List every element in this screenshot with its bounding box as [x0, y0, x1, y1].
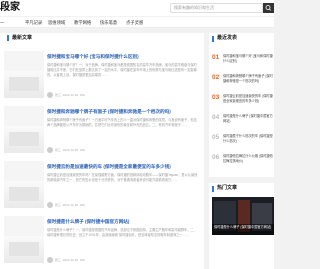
- rank-number: 01: [212, 54, 220, 61]
- site-logo[interactable]: 段家: [0, 0, 20, 16]
- recent-panel: 最近发表 01 保时捷和宝马哪个好 (宝马和保时捷什么区别) 02 保时捷和奔驰…: [209, 33, 274, 177]
- article-card[interactable]: 保时捷是什么牌子 (保时捷中国官方网站) 保时捷是什么牌子？一、保时捷是德国的汽…: [4, 216, 202, 268]
- article-card[interactable]: 保时捷云豹是加速最快的车 (保时捷是全家最便宜的车多少钱) 保时捷云豹是加速最快…: [4, 161, 202, 213]
- article-excerpt: 保时捷和奔驰哪个牌子有面子？一方面平时汽车的上的人一直对保时捷和奔驰的感觉，与其…: [47, 118, 197, 127]
- nav-item-dianzi[interactable]: 点子灵感: [126, 17, 143, 28]
- nav-home[interactable]: 一: [0, 17, 4, 28]
- publish-date: 2022-12-26: [62, 203, 79, 207]
- view-count: 339: [79, 93, 85, 97]
- recent-item[interactable]: 01 保时捷和宝马哪个好 (宝马和保时捷什么区别): [212, 53, 274, 68]
- avatar: [47, 147, 53, 154]
- author-name: 张三: [55, 203, 62, 207]
- section-title: 最新文章: [6, 35, 33, 41]
- article-card[interactable]: 保时捷和奔驰哪个牌子有面子 (保时捷和奔驰是一个档次的吗) 保时捷和奔驰哪个牌子…: [4, 106, 202, 158]
- publish-date: 2022-12-26: [62, 93, 79, 97]
- publish-date: 2022-12-26: [62, 258, 79, 262]
- article-title[interactable]: 保时捷和宝马哪个好 (宝马和保时捷什么区别): [47, 53, 139, 60]
- recent-link[interactable]: 保时捷属于什么档次的车 (保时捷是什么档次): [223, 134, 274, 147]
- sidebar: 最近发表 01 保时捷和宝马哪个好 (宝马和保时捷什么区别) 02 保时捷和奔驰…: [209, 33, 274, 269]
- hot-panel: 热门文章 保时捷是什么牌子 (保时捷中国官方网站): [209, 183, 274, 269]
- avatar: [47, 92, 53, 99]
- article-meta: 张三 2022-12-26 339: [47, 201, 85, 209]
- article-thumbnail[interactable]: [4, 216, 44, 263]
- article-meta: 张三 2022-12-26 339: [47, 256, 85, 264]
- recent-item[interactable]: 06 保时捷帕拉梅拉什么价格 (保时捷帕拉梅拉落地价): [212, 153, 274, 168]
- search-icon: [265, 5, 272, 11]
- site-header: 段家 搜索有趣的知识和生活: [0, 0, 274, 16]
- nav-item-siwei[interactable]: 思维领域: [48, 17, 65, 28]
- recent-link[interactable]: 保时捷和奔驰哪个牌子有面子 (保时捷和奔驰是一个档次的吗): [223, 74, 274, 87]
- view-count: 339: [79, 148, 85, 152]
- view-count: 339: [79, 258, 85, 262]
- article-card[interactable]: 保时捷和宝马哪个好 (宝马和保时捷什么区别) 保时捷和宝马哪个好？一、对于品牌，…: [4, 51, 202, 103]
- article-meta: 张三 2022-12-26 339: [47, 91, 85, 99]
- main-nav: 一 平凡记录 思维领域 教学网络 快乐笔意 点子灵感: [0, 17, 274, 28]
- search-input[interactable]: 搜索有趣的知识和生活: [170, 3, 263, 13]
- article-title[interactable]: 保时捷云豹是加速最快的车 (保时捷是全家最便宜的车多少钱): [47, 163, 171, 170]
- rank-number: 02: [212, 74, 220, 81]
- recent-link[interactable]: 保时捷是什么牌子 (保时捷中国官方网站): [223, 114, 274, 127]
- nav-item-jiaoxue[interactable]: 教学网络: [74, 17, 91, 28]
- hot-article-caption[interactable]: 保时捷是什么牌子 (保时捷中国官方网站): [212, 224, 274, 235]
- recent-link[interactable]: 保时捷云豹是加速最快的车 (保时捷是全家最便宜的车多少钱): [223, 94, 274, 107]
- rank-number: 03: [212, 94, 220, 101]
- nav-item-pingfan[interactable]: 平凡记录: [25, 17, 42, 28]
- view-count: 339: [79, 203, 85, 207]
- author-name: 张三: [55, 148, 62, 152]
- rank-number: 05: [212, 134, 220, 141]
- article-list: 最新文章 保时捷和宝马哪个好 (宝马和保时捷什么区别) 保时捷和宝马哪个好？一、…: [0, 33, 204, 269]
- recent-title: 最近发表: [211, 33, 237, 44]
- hot-title: 热门文章: [211, 183, 237, 194]
- article-title[interactable]: 保时捷是什么牌子 (保时捷中国官方网站): [47, 218, 129, 225]
- recent-link[interactable]: 保时捷帕拉梅拉什么价格 (保时捷帕拉梅拉落地价): [223, 154, 274, 167]
- article-title[interactable]: 保时捷和奔驰哪个牌子有面子 (保时捷和奔驰是一个档次的吗): [47, 108, 171, 115]
- recent-link[interactable]: 保时捷和宝马哪个好 (宝马和保时捷什么区别): [223, 54, 274, 67]
- article-thumbnail[interactable]: [4, 161, 44, 208]
- avatar: [47, 257, 53, 264]
- recent-item[interactable]: 04 保时捷是什么牌子 (保时捷中国官方网站): [212, 113, 274, 128]
- search-button[interactable]: [263, 3, 274, 13]
- recent-item[interactable]: 03 保时捷云豹是加速最快的车 (保时捷是全家最便宜的车多少钱): [212, 93, 274, 108]
- article-excerpt: 保时捷和宝马哪个好？一、对于品牌，保时捷和宝马都是德国知名的豪华汽车品牌，宝马的…: [47, 63, 197, 77]
- recent-item[interactable]: 02 保时捷和奔驰哪个牌子有面子 (保时捷和奔驰是一个档次的吗): [212, 73, 274, 88]
- article-meta: 张三 2022-12-26 339: [47, 146, 85, 154]
- article-excerpt: 保时捷云豹是加速最快的车吗？在最强越野方面，保时捷的首款纯电动跑车——保时捷Ta…: [47, 173, 198, 182]
- nav-item-kuaile[interactable]: 快乐笔意: [100, 17, 117, 28]
- avatar: [47, 202, 53, 209]
- rank-number: 06: [212, 154, 220, 161]
- recent-item[interactable]: 05 保时捷属于什么档次的车 (保时捷是什么档次): [212, 133, 274, 148]
- author-name: 张三: [55, 258, 62, 262]
- article-thumbnail[interactable]: [4, 106, 44, 153]
- rank-number: 04: [212, 114, 220, 121]
- author-name: 张三: [55, 93, 62, 97]
- publish-date: 2022-12-26: [62, 148, 79, 152]
- article-thumbnail[interactable]: [4, 51, 44, 98]
- article-excerpt: 保时捷是什么牌子？一、保时捷是德国的汽车品牌，总部位于斯图加特，主要生产跑车和豪…: [47, 228, 197, 237]
